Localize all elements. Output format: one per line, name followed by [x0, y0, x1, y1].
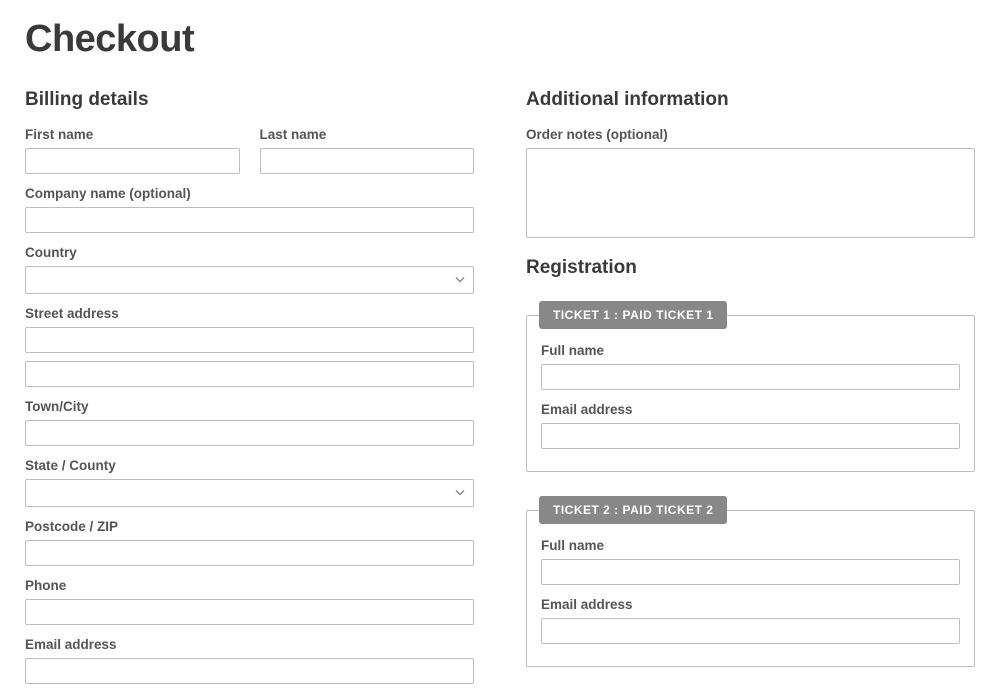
street-address-2-input[interactable] [25, 361, 474, 387]
company-label: Company name (optional) [25, 186, 474, 201]
billing-heading: Billing details [25, 89, 474, 111]
town-input[interactable] [25, 420, 474, 446]
town-label: Town/City [25, 399, 474, 414]
first-name-label: First name [25, 127, 240, 142]
phone-label: Phone [25, 578, 474, 593]
company-input[interactable] [25, 207, 474, 233]
order-notes-textarea[interactable] [526, 148, 975, 238]
last-name-input[interactable] [260, 148, 475, 174]
postcode-label: Postcode / ZIP [25, 519, 474, 534]
billing-column: Billing details First name Last name Com… [25, 89, 474, 696]
right-column: Additional information Order notes (opti… [526, 89, 975, 696]
last-name-label: Last name [260, 127, 475, 142]
ticket-1-fullname-label: Full name [541, 343, 960, 358]
first-name-input[interactable] [25, 148, 240, 174]
ticket-1-email-label: Email address [541, 402, 960, 417]
state-select[interactable] [25, 479, 474, 507]
chevron-down-icon [455, 486, 465, 501]
ticket-1-email-input[interactable] [541, 423, 960, 449]
additional-heading: Additional information [526, 89, 975, 111]
ticket-1-legend: TICKET 1 : PAID TICKET 1 [539, 301, 727, 329]
registration-heading: Registration [526, 257, 975, 279]
ticket-2-email-input[interactable] [541, 618, 960, 644]
street-label: Street address [25, 306, 474, 321]
billing-email-label: Email address [25, 637, 474, 652]
ticket-1-fieldset: TICKET 1 : PAID TICKET 1 Full name Email… [526, 301, 975, 472]
order-notes-label: Order notes (optional) [526, 127, 975, 142]
street-address-1-input[interactable] [25, 327, 474, 353]
country-select[interactable] [25, 266, 474, 294]
ticket-2-fullname-input[interactable] [541, 559, 960, 585]
phone-input[interactable] [25, 599, 474, 625]
checkout-columns: Billing details First name Last name Com… [25, 89, 975, 696]
page-title: Checkout [25, 18, 975, 61]
ticket-2-fieldset: TICKET 2 : PAID TICKET 2 Full name Email… [526, 496, 975, 667]
ticket-1-fullname-input[interactable] [541, 364, 960, 390]
chevron-down-icon [455, 273, 465, 288]
ticket-2-legend: TICKET 2 : PAID TICKET 2 [539, 496, 727, 524]
billing-email-input[interactable] [25, 658, 474, 684]
country-label: Country [25, 245, 474, 260]
ticket-2-email-label: Email address [541, 597, 960, 612]
postcode-input[interactable] [25, 540, 474, 566]
state-label: State / County [25, 458, 474, 473]
ticket-2-fullname-label: Full name [541, 538, 960, 553]
